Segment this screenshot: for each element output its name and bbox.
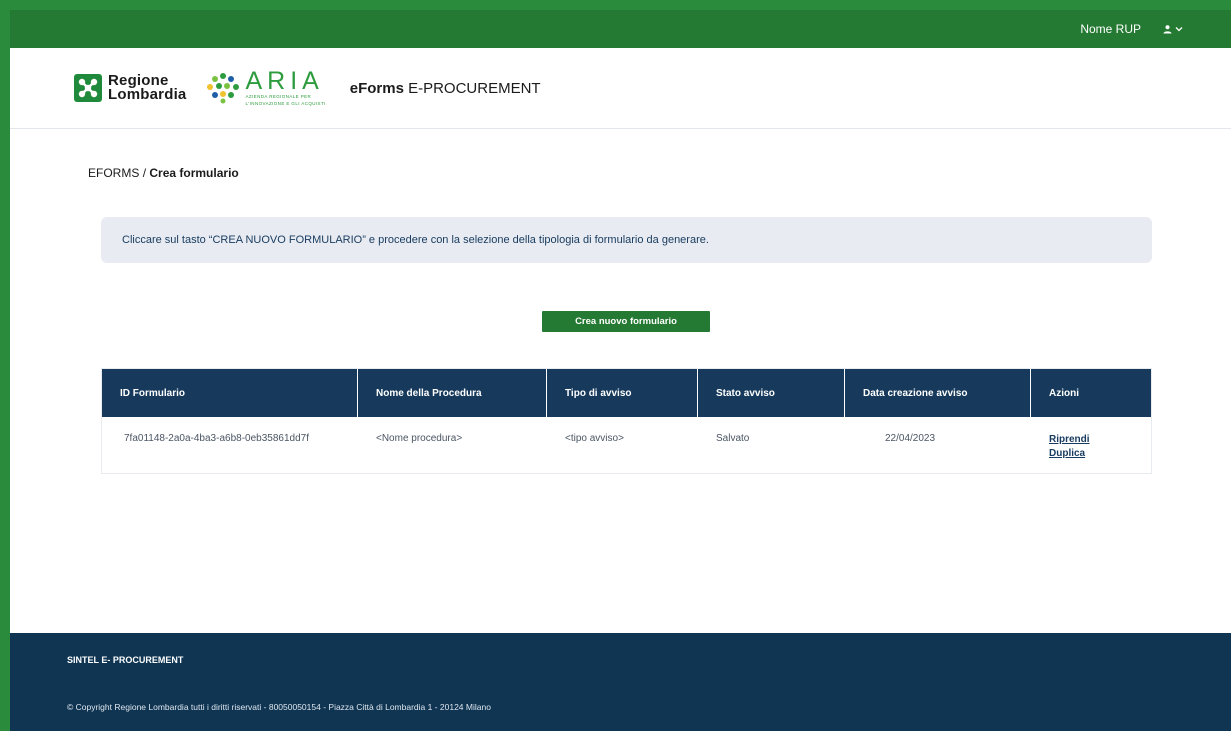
- cell-data-creazione: 22/04/2023: [885, 433, 936, 444]
- app-title-rest: E-PROCUREMENT: [408, 79, 541, 97]
- app-title-bold: eForms: [349, 79, 404, 97]
- aria-subtitle-2: L'INNOVAZIONE E GLI ACQUISTI: [245, 101, 326, 106]
- header-stato-avviso: Stato avviso: [698, 369, 845, 417]
- table-header: ID Formulario Nome della Procedura Tipo …: [102, 369, 1151, 417]
- header-nome-procedura: Nome della Procedura: [358, 369, 547, 417]
- footer: SINTEL E- PROCUREMENT © Copyright Region…: [10, 633, 1231, 731]
- app-frame: Nome RUP Regione Lombardia ARIA AZIENDA …: [0, 0, 1231, 731]
- breadcrumb-separator: /: [142, 166, 147, 180]
- aria-logo: ARIA AZIENDA REGIONALE PER L'INNOVAZIONE…: [206, 67, 326, 106]
- chevron-down-icon: [1175, 27, 1183, 32]
- riprendi-link[interactable]: Riprendi: [1049, 433, 1151, 447]
- top-bar: Nome RUP: [10, 10, 1231, 48]
- table-row: 7fa01148-2a0a-4ba3-a6b8-0eb35861dd7f <No…: [102, 417, 1151, 473]
- app-title: eForms E-PROCUREMENT: [350, 80, 541, 97]
- cell-nome-procedura: <Nome procedura>: [376, 433, 463, 444]
- info-message-box: Cliccare sul tasto “CREA NUOVO FORMULARI…: [101, 217, 1152, 263]
- cell-tipo-avviso: <tipo avviso>: [565, 433, 624, 444]
- header-id: ID Formulario: [102, 369, 358, 417]
- user-name: Nome RUP: [1080, 22, 1141, 36]
- footer-title: SINTEL E- PROCUREMENT: [67, 655, 184, 665]
- user-icon: [1163, 24, 1172, 33]
- breadcrumb-current: Crea formulario: [149, 166, 239, 180]
- regione-lombardia-emblem-icon: [74, 74, 102, 102]
- info-message: Cliccare sul tasto “CREA NUOVO FORMULARI…: [122, 234, 709, 246]
- cell-id: 7fa01148-2a0a-4ba3-a6b8-0eb35861dd7f: [124, 433, 309, 444]
- aria-dots-icon: [207, 73, 240, 104]
- header-tipo-avviso: Tipo di avviso: [547, 369, 698, 417]
- breadcrumb-root[interactable]: EFORMS: [88, 166, 139, 180]
- user-menu[interactable]: [1163, 24, 1183, 34]
- cell-azioni: Riprendi Duplica: [1031, 417, 1151, 473]
- cell-stato-avviso: Salvato: [716, 433, 750, 444]
- footer-copyright: © Copyright Regione Lombardia tutti i di…: [67, 702, 491, 712]
- create-form-button[interactable]: Crea nuovo formulario: [542, 311, 710, 332]
- regione-lombardia-logo: Regione Lombardia: [74, 73, 187, 103]
- header: Regione Lombardia ARIA AZIENDA REGIONALE…: [10, 48, 1231, 129]
- header-azioni: Azioni: [1049, 387, 1079, 399]
- logo-rl-line2: Lombardia: [108, 86, 187, 103]
- duplica-link[interactable]: Duplica: [1049, 447, 1151, 461]
- forms-table: ID Formulario Nome della Procedura Tipo …: [101, 368, 1152, 474]
- breadcrumb: EFORMS / Crea formulario: [88, 166, 239, 180]
- header-data-creazione: Data creazione avviso: [845, 369, 1031, 417]
- aria-wordmark: ARIA: [245, 67, 324, 95]
